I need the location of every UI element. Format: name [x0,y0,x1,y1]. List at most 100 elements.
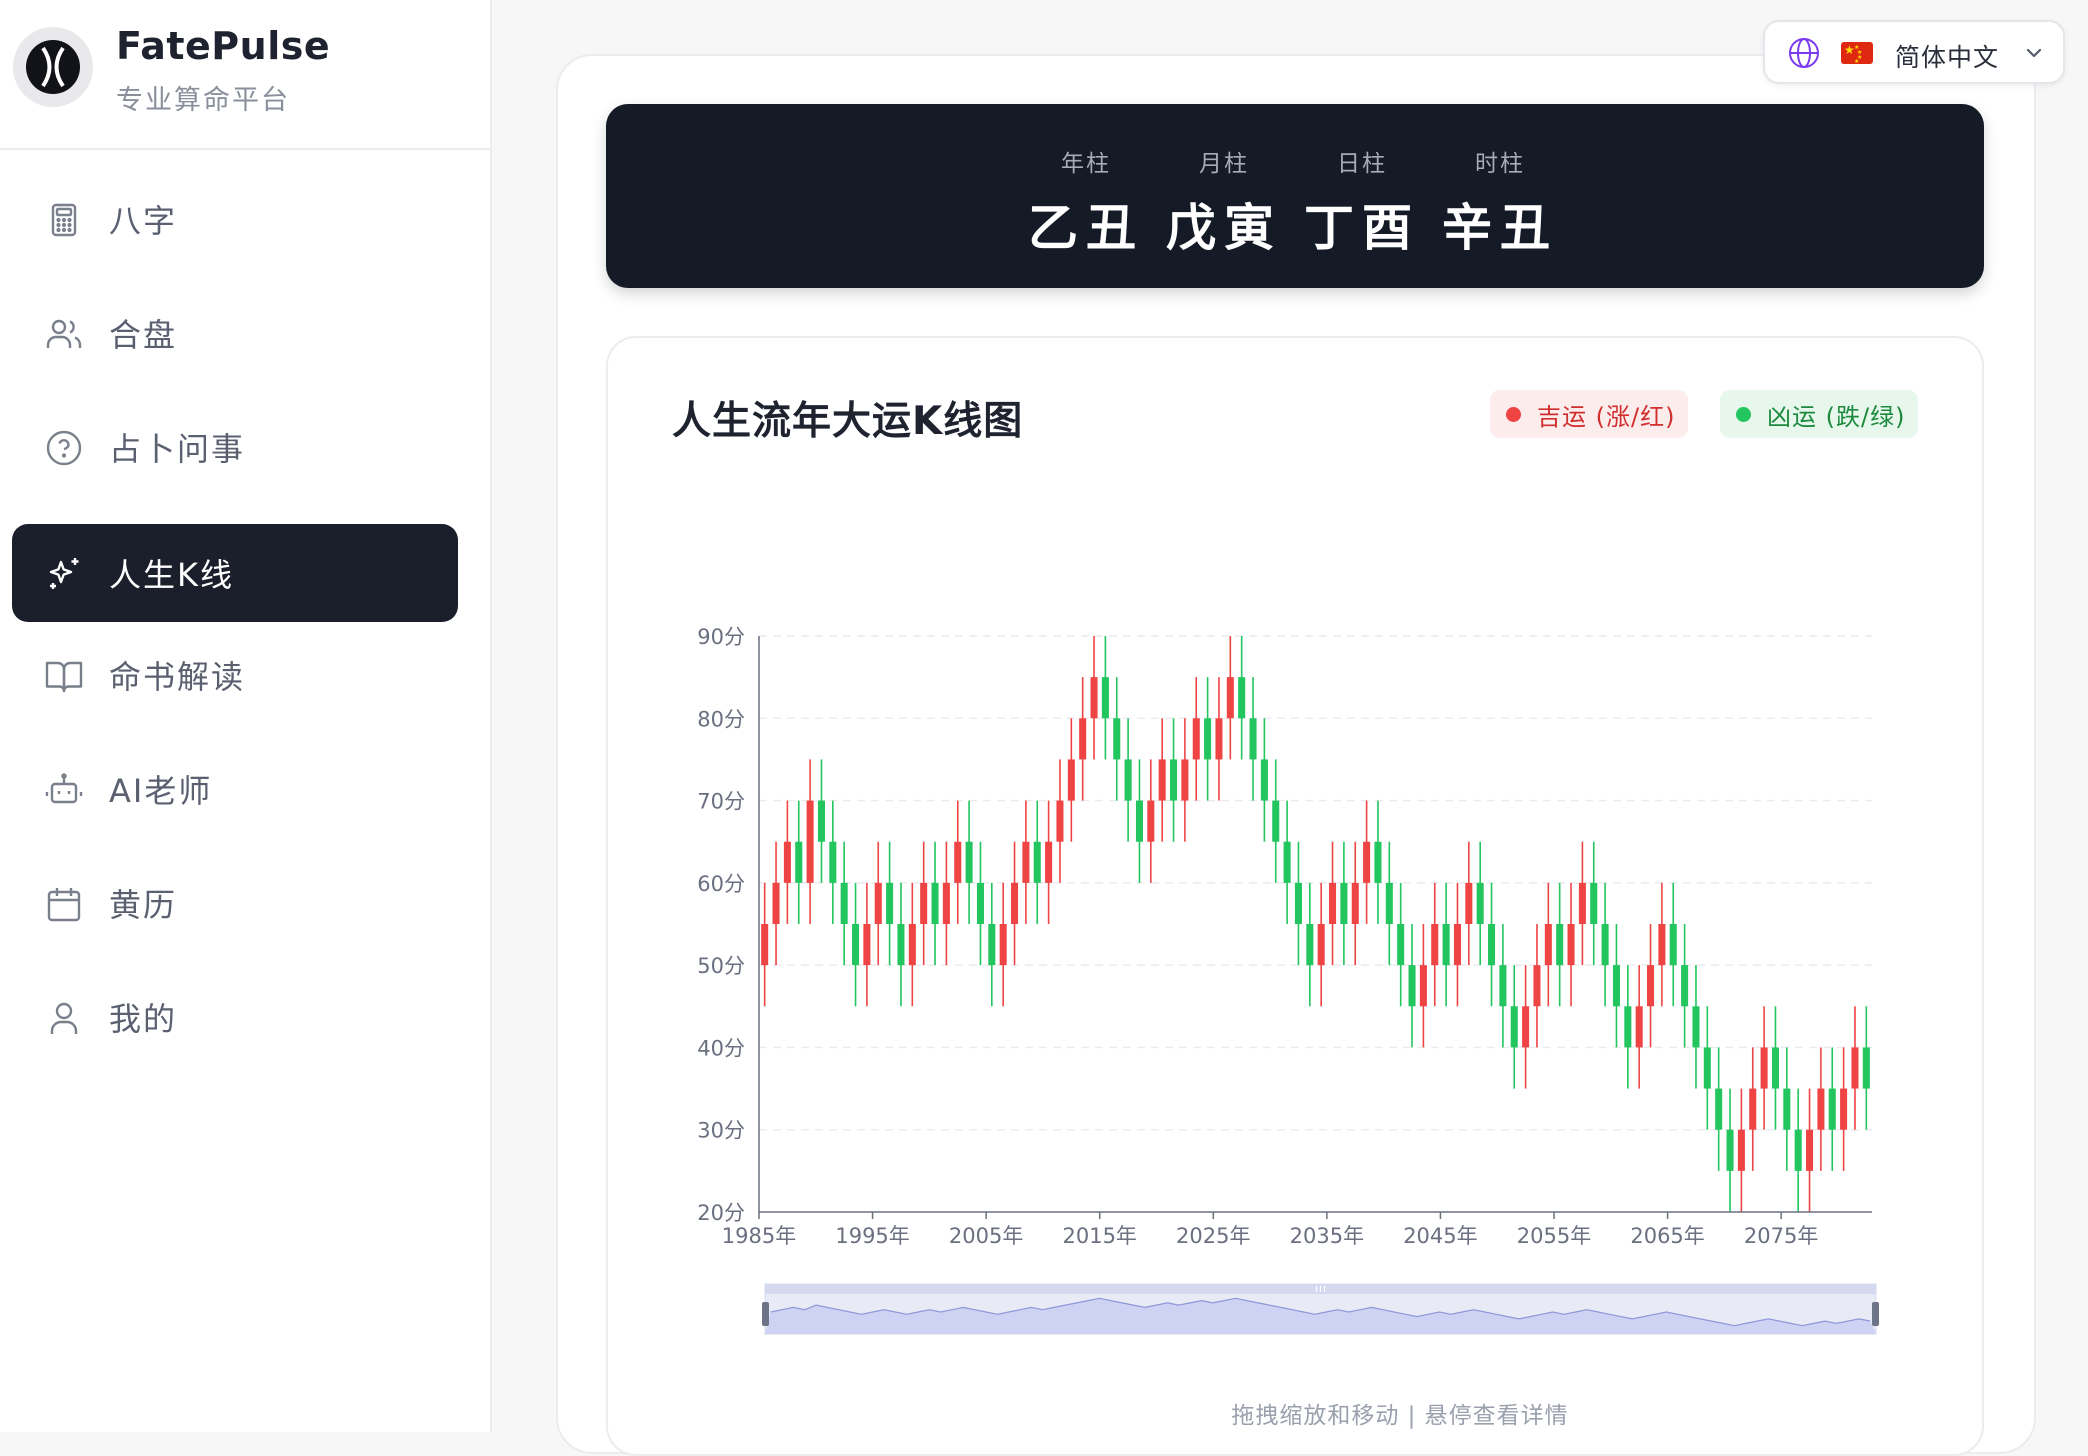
app-logo-icon[interactable] [13,27,93,107]
candle[interactable] [1533,924,1541,1048]
candle[interactable] [1113,677,1121,801]
sidebar-item-divination[interactable]: 占卜问事 [12,398,458,496]
candle[interactable] [1033,800,1041,924]
candle[interactable] [1011,841,1019,966]
candle[interactable] [1317,882,1325,1007]
candle[interactable] [1488,882,1496,1007]
candle[interactable] [999,882,1007,1007]
candle[interactable] [795,800,803,924]
candle[interactable] [1226,636,1234,760]
candle[interactable] [954,800,962,924]
candle[interactable] [1340,841,1348,966]
candle[interactable] [863,882,871,1007]
candle[interactable] [908,882,916,1007]
candle[interactable] [965,800,973,924]
sidebar-item-hepan[interactable]: 合盘 [12,284,458,382]
candle[interactable] [1635,965,1643,1089]
candle[interactable] [852,882,860,1007]
candle[interactable] [1158,718,1166,842]
candle[interactable] [1397,882,1405,1007]
candle[interactable] [806,759,814,924]
candle[interactable] [829,800,837,924]
candle[interactable] [1408,924,1416,1048]
candle[interactable] [1260,718,1268,842]
candle[interactable] [1522,965,1530,1089]
candle[interactable] [1749,1047,1757,1171]
candle[interactable] [1726,1088,1734,1212]
legend-up[interactable]: 吉运 (涨/红) [1490,390,1688,438]
candle[interactable] [1783,1047,1791,1171]
candle[interactable] [1647,924,1655,1048]
candle[interactable] [1658,882,1666,1007]
candle[interactable] [1294,841,1302,966]
candle[interactable] [772,841,780,966]
candle[interactable] [1124,718,1132,842]
candle[interactable] [1090,636,1098,760]
candle[interactable] [1510,965,1518,1089]
candle[interactable] [897,882,905,1007]
candle[interactable] [1215,677,1223,801]
candle[interactable] [1067,718,1075,842]
candle[interactable] [1204,677,1212,801]
candle[interactable] [920,841,928,966]
candle[interactable] [1703,1006,1711,1130]
candle[interactable] [1249,677,1257,801]
candle[interactable] [1692,965,1700,1089]
sidebar-item-bazi[interactable]: 八字 [12,170,458,268]
candle[interactable] [1612,924,1620,1048]
candle[interactable] [817,759,825,883]
language-selector[interactable]: ★ ★ ★ ★ ★ 简体中文 [1763,20,2065,84]
candle[interactable] [1578,841,1586,966]
candle[interactable] [1499,924,1507,1048]
candle[interactable] [1544,882,1552,1007]
candle[interactable] [1045,800,1053,924]
sidebar-item-life-kline[interactable]: 人生K线 [12,524,458,622]
legend-down[interactable]: 凶运 (跌/绿) [1720,390,1918,438]
zoom-handle-right[interactable] [1872,1302,1879,1326]
candle[interactable] [1306,882,1314,1007]
candle[interactable] [761,882,769,1007]
candle[interactable] [1170,718,1178,842]
sidebar-item-book-reading[interactable]: 命书解读 [12,626,458,724]
candle[interactable] [1181,718,1189,842]
candle[interactable] [1192,677,1200,801]
candle[interactable] [1135,759,1143,883]
sidebar-item-almanac[interactable]: 黄历 [12,854,458,952]
candle[interactable] [1590,841,1598,966]
candle[interactable] [1828,1047,1836,1171]
kline-chart[interactable]: 20分 30分 40分 50分 60分 70分 80分 90分 1985年 1995年 2005年 2… [660,600,1900,1360]
candle[interactable] [1363,800,1371,924]
candle[interactable] [976,841,984,966]
candle[interactable] [1453,882,1461,1007]
candle[interactable] [1476,841,1484,966]
zoom-slider[interactable] [762,1283,1879,1335]
candle[interactable] [1737,1088,1745,1212]
candle[interactable] [1351,841,1359,966]
candle[interactable] [1101,636,1109,760]
sidebar-item-profile[interactable]: 我的 [12,968,458,1066]
candle[interactable] [1374,800,1382,924]
candle[interactable] [1567,882,1575,1007]
candle[interactable] [1817,1047,1825,1171]
candle[interactable] [783,800,791,924]
candle[interactable] [1465,841,1473,966]
candle[interactable] [1771,1006,1779,1130]
candle[interactable] [1329,841,1337,966]
candle[interactable] [1681,924,1689,1048]
candle[interactable] [1851,1006,1859,1130]
candle[interactable] [1385,841,1393,966]
candle[interactable] [1442,882,1450,1007]
candle[interactable] [1806,1088,1814,1212]
candle[interactable] [1283,800,1291,924]
candle[interactable] [1669,882,1677,1007]
candle[interactable] [1147,759,1155,883]
candle[interactable] [1238,636,1246,760]
candle[interactable] [1760,1006,1768,1130]
candle[interactable] [1419,924,1427,1048]
candle[interactable] [1022,800,1030,924]
candle[interactable] [1794,1088,1802,1212]
candle[interactable] [1840,1047,1848,1171]
candle[interactable] [1272,759,1280,883]
candle[interactable] [1624,965,1632,1089]
sidebar-item-ai-teacher[interactable]: AI老师 [12,740,458,838]
